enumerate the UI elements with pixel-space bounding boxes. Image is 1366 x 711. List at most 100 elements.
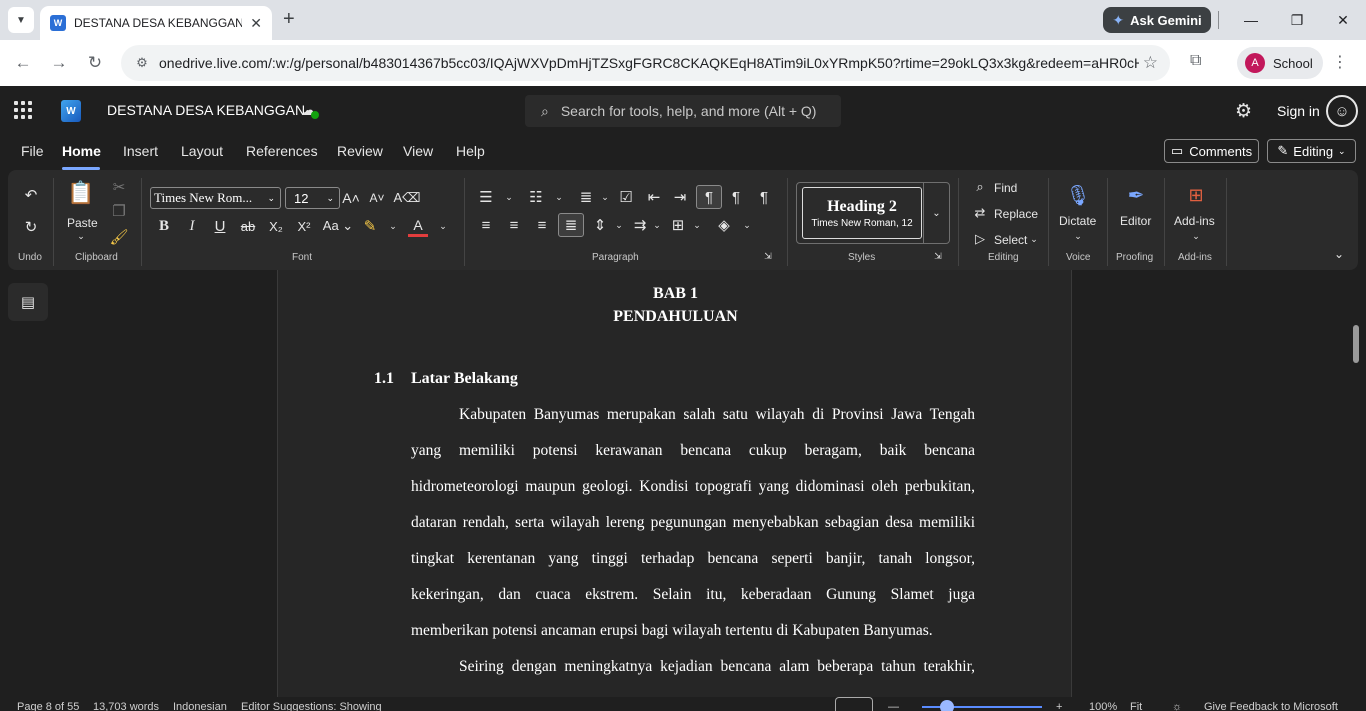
- ribbon-collapse-chevron-icon[interactable]: ⌄: [1330, 246, 1348, 262]
- align-left-icon[interactable]: ≡: [476, 214, 496, 236]
- user-account-icon[interactable]: ☺: [1326, 95, 1358, 127]
- editor-suggestions-status[interactable]: Editor Suggestions: Showing: [241, 701, 382, 711]
- sign-in-link[interactable]: Sign in: [1277, 103, 1320, 119]
- tab-view[interactable]: View: [403, 143, 433, 159]
- tab-home[interactable]: Home: [62, 143, 101, 159]
- reload-icon[interactable]: ↻: [83, 51, 107, 75]
- paragraph-spacing-icon[interactable]: ⇉: [630, 214, 650, 236]
- font-color-chevron-down-icon[interactable]: ⌄: [436, 215, 450, 237]
- align-right-icon[interactable]: ≡: [532, 214, 552, 236]
- profile-button[interactable]: A School: [1237, 47, 1323, 79]
- line-spacing-chevron-down-icon[interactable]: ⌄: [612, 214, 626, 236]
- zoom-out-icon[interactable]: —: [888, 701, 899, 711]
- clear-formatting-icon[interactable]: A⌫: [393, 187, 420, 209]
- grow-font-icon[interactable]: A˄: [341, 187, 361, 209]
- find-search-icon[interactable]: ⌕: [972, 178, 988, 196]
- font-size-dropdown[interactable]: 12 ⌄: [285, 187, 340, 209]
- paste-label[interactable]: Paste: [67, 216, 98, 230]
- feedback-link[interactable]: Give Feedback to Microsoft: [1204, 701, 1338, 711]
- dictate-microphone-icon[interactable]: 🎙: [1065, 182, 1090, 208]
- paste-chevron-down-icon[interactable]: ⌄: [74, 230, 88, 242]
- show-formatting-pilcrow-icon[interactable]: ¶: [754, 186, 774, 208]
- tab-insert[interactable]: Insert: [123, 143, 158, 159]
- superscript-icon[interactable]: X²: [294, 215, 314, 237]
- borders-chevron-down-icon[interactable]: ⌄: [690, 214, 704, 236]
- vertical-scrollbar-thumb[interactable]: [1353, 325, 1359, 363]
- bullets-chevron-down-icon[interactable]: ⌄: [502, 186, 516, 208]
- shrink-font-icon[interactable]: A˅: [367, 187, 387, 209]
- app-launcher-icon[interactable]: [14, 101, 32, 119]
- browser-menu-icon[interactable]: ⋮: [1332, 52, 1348, 72]
- bullets-icon[interactable]: ☰: [476, 186, 496, 208]
- document-title[interactable]: DESTANA DESA KEBANGGAN: [107, 102, 305, 118]
- tab-help[interactable]: Help: [456, 143, 485, 159]
- settings-gear-icon[interactable]: ⚙: [1235, 100, 1252, 123]
- tab-references[interactable]: References: [246, 143, 318, 159]
- restore-icon[interactable]: ❐: [1274, 8, 1320, 32]
- shading-bucket-icon[interactable]: ◈: [714, 214, 734, 236]
- cut-scissors-icon[interactable]: ✂: [109, 178, 129, 196]
- style-heading-2[interactable]: Heading 2 Times New Roman, 12: [802, 187, 922, 239]
- dictate-button[interactable]: Dictate: [1059, 214, 1096, 228]
- editor-pen-icon[interactable]: ✒: [1124, 182, 1148, 208]
- replace-icon[interactable]: ⇄: [972, 204, 988, 222]
- back-arrow-icon[interactable]: ←: [11, 51, 35, 75]
- new-tab-plus-icon[interactable]: +: [283, 8, 295, 31]
- copy-icon[interactable]: ❐: [109, 202, 129, 220]
- addins-button[interactable]: Add-ins: [1174, 214, 1215, 228]
- dictate-chevron-down-icon[interactable]: ⌄: [1071, 230, 1085, 242]
- redo-icon[interactable]: ↻: [20, 216, 42, 238]
- ltr-direction-icon[interactable]: ¶: [696, 185, 722, 209]
- addins-grid-icon[interactable]: ⊞: [1184, 182, 1208, 208]
- styles-launcher-icon[interactable]: ⇲: [932, 250, 944, 262]
- zoom-in-icon[interactable]: +: [1056, 701, 1062, 711]
- styles-more-chevron-icon[interactable]: ⌄: [923, 183, 949, 243]
- forward-arrow-icon[interactable]: →: [47, 51, 71, 75]
- numbering-chevron-down-icon[interactable]: ⌄: [552, 186, 566, 208]
- theme-sun-icon[interactable]: ☼: [1172, 701, 1182, 711]
- navigation-pane-icon[interactable]: ▤: [8, 283, 48, 321]
- strikethrough-icon[interactable]: ab: [238, 215, 258, 237]
- numbering-icon[interactable]: ☷: [526, 186, 546, 208]
- page-view-icon[interactable]: [835, 697, 873, 711]
- rtl-direction-icon[interactable]: ¶: [726, 186, 746, 208]
- highlight-chevron-down-icon[interactable]: ⌄: [386, 215, 400, 237]
- editing-mode-button[interactable]: ✎ Editing ⌄: [1267, 139, 1356, 163]
- document-page[interactable]: BAB 1 PENDAHULUAN 1.1 Latar Belakang Kab…: [277, 270, 1072, 700]
- ask-gemini-button[interactable]: ✦ Ask Gemini: [1103, 7, 1211, 33]
- language-indicator[interactable]: Indonesian: [173, 701, 227, 711]
- paragraph-settings-launcher-icon[interactable]: ⇲: [762, 250, 774, 262]
- highlight-marker-icon[interactable]: ✎: [360, 215, 380, 237]
- select-chevron-down-icon[interactable]: ⌄: [1028, 232, 1040, 246]
- browser-tab[interactable]: W DESTANA DESA KEBANGGAN.d ✕: [40, 6, 272, 40]
- increase-indent-icon[interactable]: ⇥: [670, 186, 690, 208]
- decrease-indent-icon[interactable]: ⇤: [644, 186, 664, 208]
- select-cursor-icon[interactable]: ▷: [972, 230, 988, 248]
- undo-icon[interactable]: ↶: [20, 184, 42, 206]
- url-field[interactable]: ⚙ onedrive.live.com/:w:/g/personal/b4830…: [121, 45, 1170, 81]
- change-case-icon[interactable]: Aa ⌄: [322, 215, 354, 237]
- close-tab-icon[interactable]: ✕: [250, 15, 262, 32]
- paragraph-spacing-chevron-down-icon[interactable]: ⌄: [650, 214, 664, 236]
- shading-chevron-down-icon[interactable]: ⌄: [740, 214, 754, 236]
- bold-icon[interactable]: B: [154, 215, 174, 237]
- tab-review[interactable]: Review: [337, 143, 383, 159]
- italic-icon[interactable]: I: [182, 215, 202, 237]
- site-info-icon[interactable]: ⚙: [133, 54, 151, 72]
- word-count[interactable]: 13,703 words: [93, 701, 159, 711]
- justify-icon[interactable]: ≣: [558, 213, 584, 237]
- replace-button[interactable]: Replace: [994, 207, 1038, 221]
- borders-icon[interactable]: ⊞: [668, 214, 688, 236]
- tab-file[interactable]: File: [21, 143, 44, 159]
- align-center-icon[interactable]: ≡: [504, 214, 524, 236]
- bookmark-star-icon[interactable]: ☆: [1143, 53, 1158, 73]
- fit-button[interactable]: Fit: [1130, 701, 1142, 711]
- close-window-icon[interactable]: ✕: [1320, 8, 1366, 32]
- tab-search-chevron-icon[interactable]: ▼: [8, 7, 34, 33]
- comments-button[interactable]: ▭ Comments: [1164, 139, 1259, 163]
- font-color-icon[interactable]: A: [408, 215, 428, 237]
- multilevel-chevron-down-icon[interactable]: ⌄: [598, 186, 612, 208]
- tab-layout[interactable]: Layout: [181, 143, 223, 159]
- zoom-level[interactable]: 100%: [1089, 701, 1117, 711]
- zoom-slider-thumb[interactable]: [940, 700, 954, 711]
